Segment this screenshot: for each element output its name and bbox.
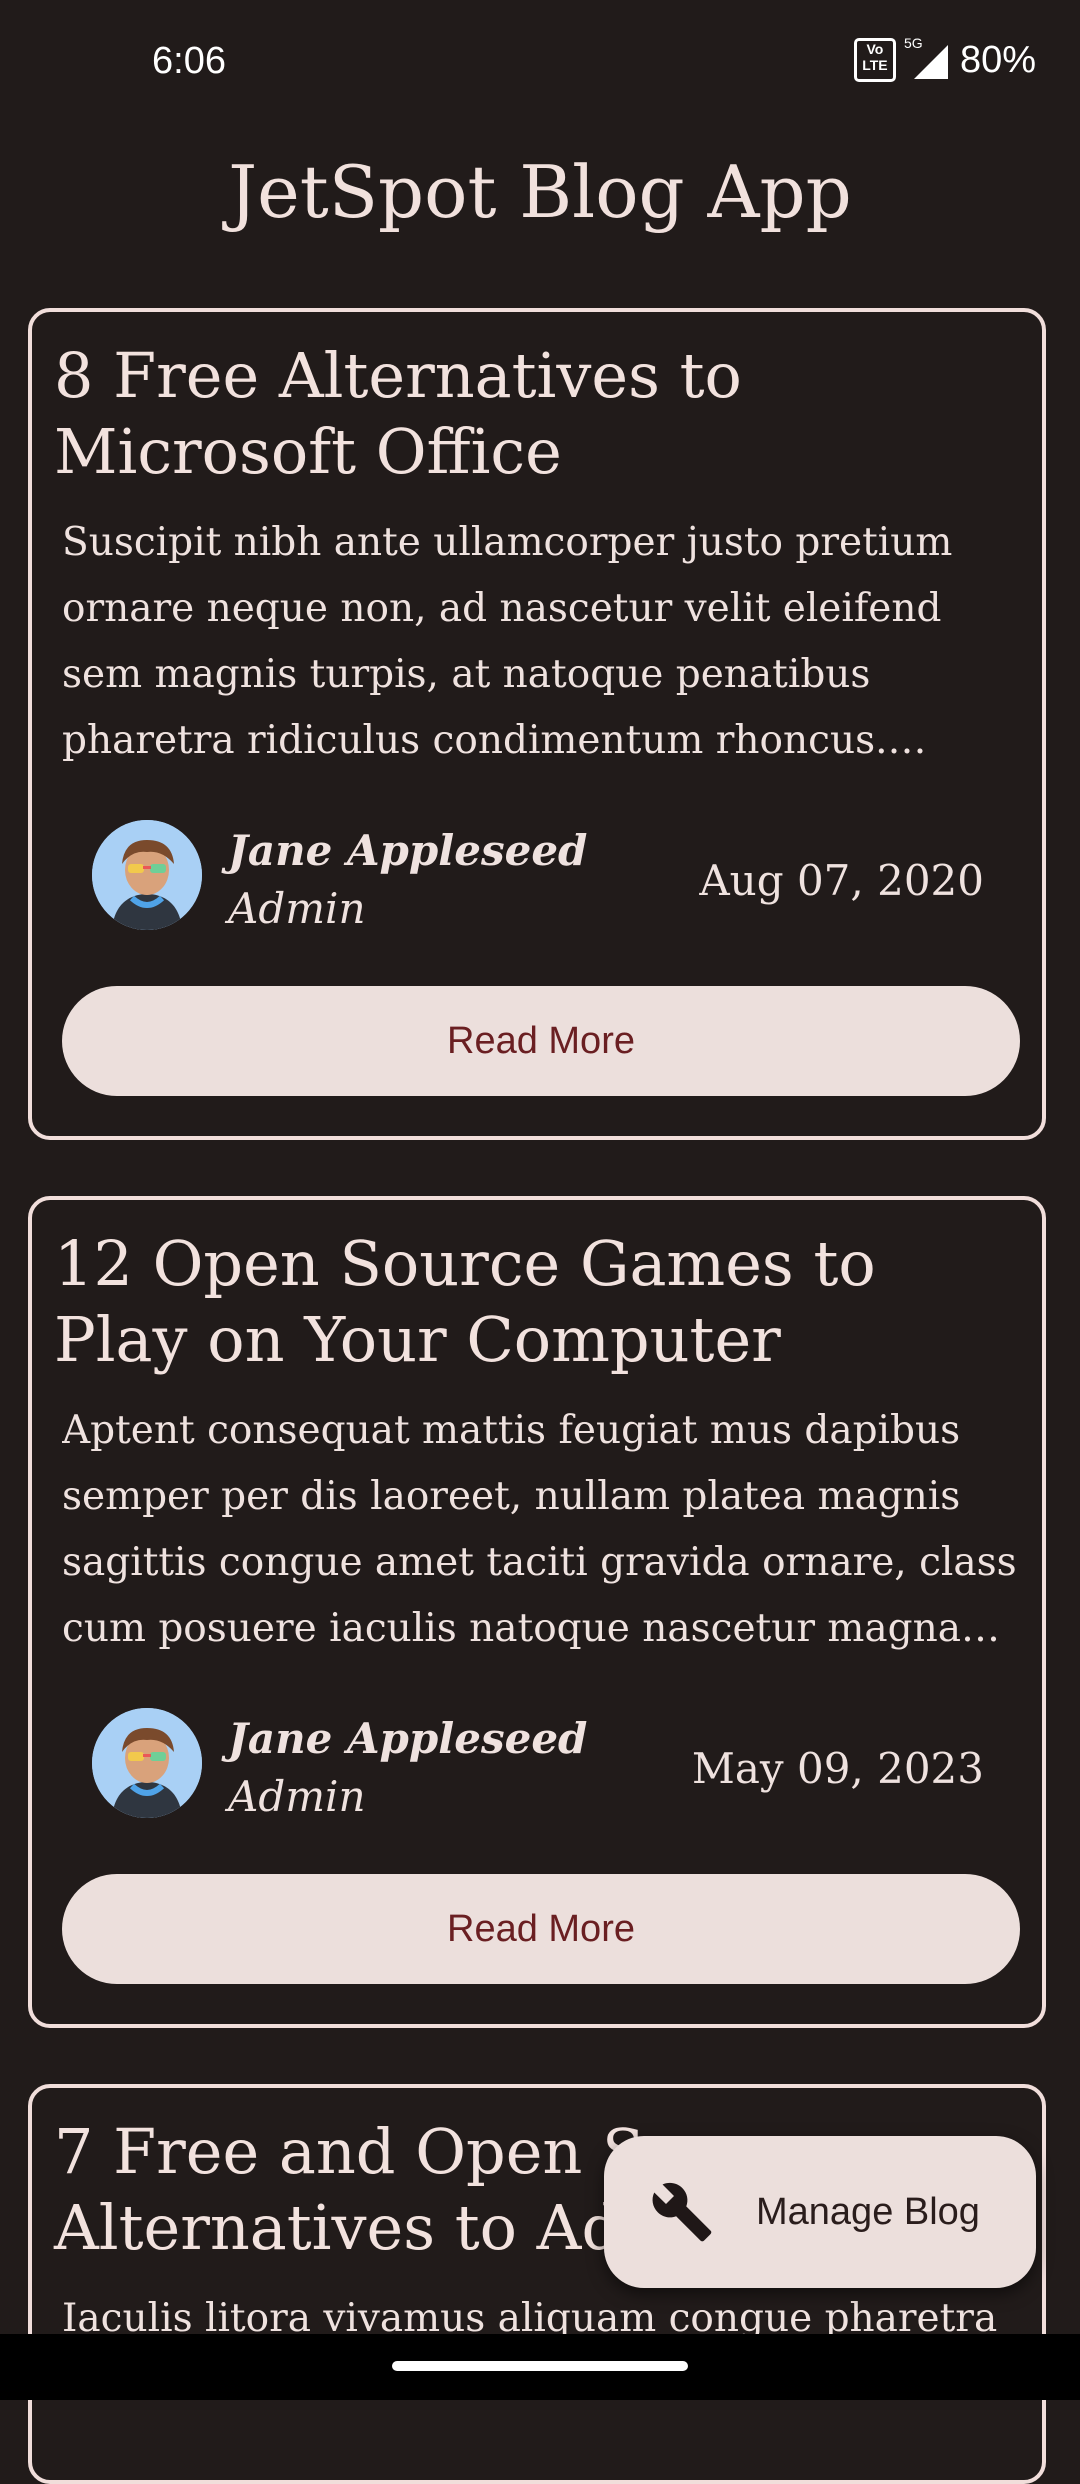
wrench-icon <box>652 2182 712 2242</box>
post-excerpt: Aptent consequat mattis feugiat mus dapi… <box>62 1408 1017 1651</box>
post-title: 8 Free Alternatives to Microsoft Office <box>54 339 742 488</box>
post-card: 8 Free Alternatives to Microsoft Office … <box>28 308 1046 1140</box>
author-name: Jane Appleseed <box>228 826 588 875</box>
status-time: 6:06 <box>152 40 226 82</box>
read-more-button[interactable]: Read More <box>62 1874 1020 1984</box>
battery-level: 80% <box>959 38 1036 81</box>
author-avatar <box>92 820 202 930</box>
app-title: JetSpot Blog App <box>228 150 852 234</box>
author-role: Admin <box>228 884 366 933</box>
read-more-button[interactable]: Read More <box>62 986 1020 1096</box>
manage-blog-button[interactable]: Manage Blog <box>604 2136 1036 2288</box>
volte-icon: Vo LTE <box>853 38 896 82</box>
post-excerpt: Suscipit nibh ante ullamcorper justo pre… <box>62 520 953 763</box>
home-gesture-handle[interactable] <box>392 2361 688 2371</box>
post-card: 12 Open Source Games to Play on Your Com… <box>28 1196 1046 2028</box>
post-title: 12 Open Source Games to Play on Your Com… <box>54 1227 876 1376</box>
post-date: Aug 07, 2020 <box>699 856 984 905</box>
signal-icon: 5G <box>904 35 948 79</box>
manage-blog-label: Manage Blog <box>756 2190 980 2233</box>
author-name: Jane Appleseed <box>228 1714 588 1763</box>
post-date: May 09, 2023 <box>691 1744 984 1793</box>
status-bar: 6:06 Vo LTE 5G 80% <box>0 0 1080 130</box>
author-role: Admin <box>228 1772 366 1821</box>
status-icons: Vo LTE 5G 80% <box>853 35 1036 82</box>
author-avatar <box>92 1708 202 1818</box>
